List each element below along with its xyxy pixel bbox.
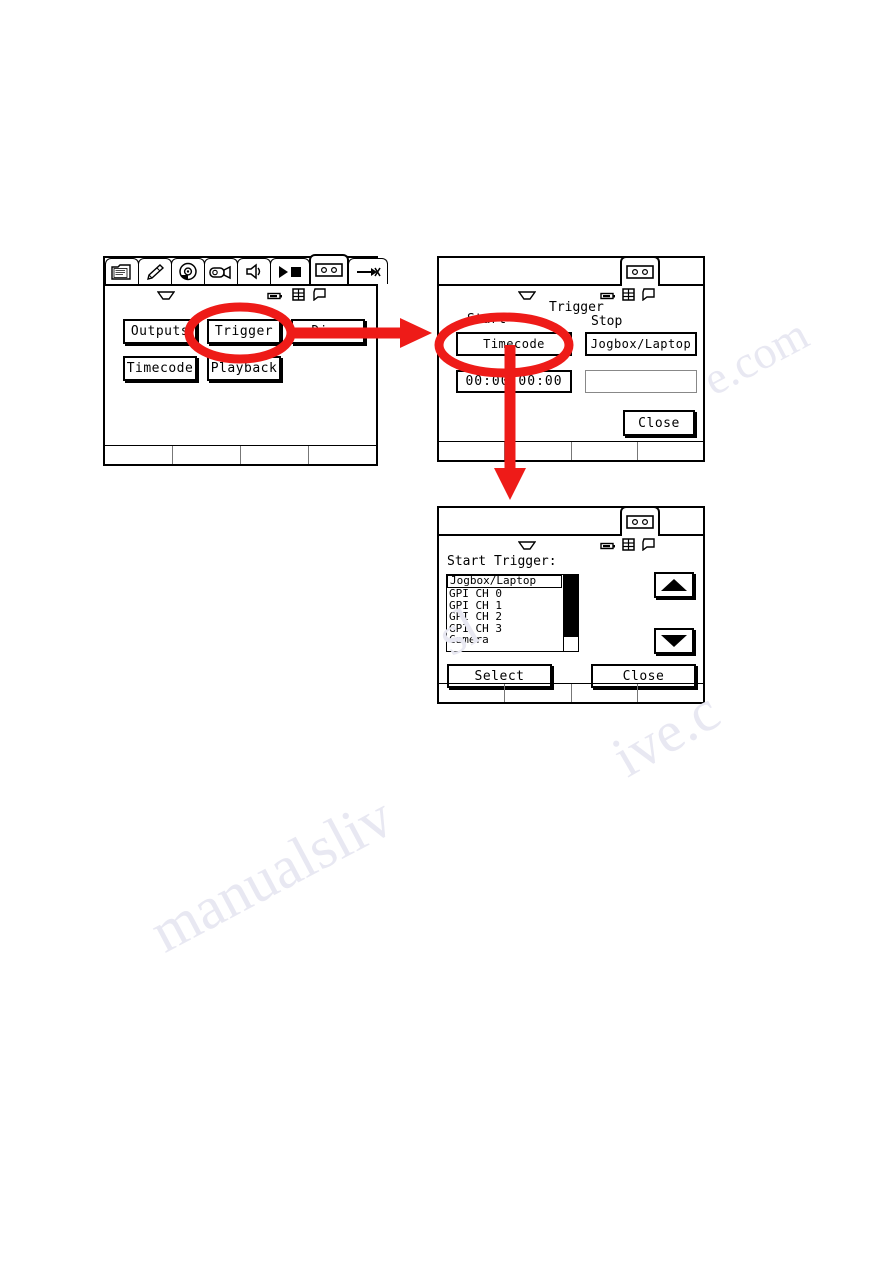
stop-label: Stop bbox=[591, 314, 623, 329]
scroll-down-arrow-icon bbox=[661, 635, 687, 647]
camera-icon bbox=[209, 265, 231, 279]
arrow-1-head bbox=[400, 318, 432, 348]
list-item[interactable]: GPI CH 0 bbox=[447, 588, 562, 600]
tab-cassette[interactable] bbox=[620, 256, 660, 286]
disc-icon bbox=[179, 262, 197, 281]
panel1-tabstrip bbox=[105, 254, 388, 286]
scroll-up-button[interactable] bbox=[654, 572, 694, 598]
trigger-title: Trigger bbox=[549, 300, 604, 315]
softkey-1[interactable] bbox=[105, 446, 173, 464]
softkey-2[interactable] bbox=[505, 442, 572, 460]
playback-button[interactable]: Playback bbox=[207, 356, 281, 381]
indicator-grid bbox=[622, 286, 635, 305]
stop-timecode-field[interactable] bbox=[585, 370, 697, 393]
indicator-grid bbox=[292, 286, 305, 305]
start-label: Start bbox=[467, 312, 507, 327]
softkey-4[interactable] bbox=[638, 684, 703, 702]
softkey-2[interactable] bbox=[505, 684, 572, 702]
play-stop-icon bbox=[279, 265, 301, 278]
screwdriver-icon bbox=[147, 263, 165, 280]
indicator-page bbox=[642, 286, 656, 305]
scroll-up-arrow-icon bbox=[661, 579, 687, 591]
tab-tools[interactable] bbox=[138, 258, 172, 284]
main-menu-screen: Outputs Trigger Disc Timecode Playback bbox=[103, 254, 388, 466]
timecode-button[interactable]: Timecode bbox=[123, 356, 197, 381]
watermark-text-right: e.com bbox=[694, 307, 817, 406]
arrow-exit-icon bbox=[357, 267, 381, 276]
panel2-tabstrip bbox=[439, 256, 703, 286]
list-item[interactable]: Camera bbox=[447, 634, 562, 646]
cassette-icon bbox=[626, 515, 654, 529]
scroll-down-button[interactable] bbox=[654, 628, 694, 654]
tab-cassette[interactable] bbox=[309, 254, 349, 284]
disc-button[interactable]: Disc bbox=[291, 319, 365, 344]
trigger-button[interactable]: Trigger bbox=[207, 319, 281, 344]
softkey-2[interactable] bbox=[173, 446, 241, 464]
indicator-battery bbox=[600, 536, 616, 555]
start-trigger-source-button[interactable]: Timecode bbox=[456, 332, 572, 356]
document-icon bbox=[111, 263, 131, 280]
tab-disc[interactable] bbox=[171, 258, 205, 284]
indicator-trapezoid bbox=[517, 536, 537, 555]
start-timecode-field[interactable]: 00:00:00:00 bbox=[456, 370, 572, 393]
stop-trigger-source-button[interactable]: Jogbox/Laptop bbox=[585, 332, 697, 356]
indicator-page bbox=[313, 286, 327, 305]
tab-file[interactable] bbox=[105, 258, 139, 284]
outputs-button[interactable]: Outputs bbox=[123, 319, 197, 344]
softkey-4[interactable] bbox=[638, 442, 703, 460]
indicator-page bbox=[642, 536, 656, 555]
close-button[interactable]: Close bbox=[623, 410, 695, 436]
list-item[interactable]: GPI CH 2 bbox=[447, 611, 562, 623]
panel3-status-indicators bbox=[439, 536, 703, 552]
softkey-3[interactable] bbox=[241, 446, 309, 464]
panel2-softkeys bbox=[439, 441, 703, 460]
arrow-2-head bbox=[494, 468, 526, 500]
speaker-icon bbox=[246, 263, 261, 280]
indicator-battery bbox=[267, 286, 283, 305]
panel1-softkeys bbox=[105, 445, 376, 464]
indicator-trapezoid bbox=[517, 286, 537, 305]
tab-exit[interactable] bbox=[348, 258, 388, 284]
tab-camera[interactable] bbox=[204, 258, 238, 284]
cassette-icon bbox=[626, 265, 654, 279]
start-trigger-heading: Start Trigger: bbox=[447, 554, 557, 569]
start-trigger-picker-screen: Start Trigger: Jogbox/Laptop GPI CH 0 GP… bbox=[437, 506, 705, 704]
softkey-3[interactable] bbox=[572, 684, 638, 702]
list-scrollbar-thumb[interactable] bbox=[564, 575, 578, 638]
softkey-1[interactable] bbox=[439, 442, 506, 460]
tab-cassette[interactable] bbox=[620, 506, 660, 536]
tab-audio[interactable] bbox=[237, 258, 271, 284]
panel1-status-indicators bbox=[105, 286, 376, 302]
cassette-icon bbox=[315, 263, 343, 277]
trigger-screen: Trigger Start Stop Timecode Jogbox/Lapto… bbox=[437, 256, 705, 462]
softkey-3[interactable] bbox=[572, 442, 638, 460]
trigger-source-listbox[interactable]: Jogbox/Laptop GPI CH 0 GPI CH 1 GPI CH 2… bbox=[446, 574, 579, 652]
list-scrollbar-track[interactable] bbox=[563, 575, 578, 651]
watermark-text-left: manualsliv bbox=[139, 783, 404, 966]
softkey-4[interactable] bbox=[309, 446, 376, 464]
panel3-tabstrip bbox=[439, 506, 703, 536]
indicator-grid bbox=[622, 536, 635, 555]
panel3-softkeys bbox=[439, 683, 703, 702]
indicator-trapezoid bbox=[156, 286, 176, 305]
softkey-1[interactable] bbox=[439, 684, 506, 702]
tab-transport[interactable] bbox=[270, 258, 310, 284]
trigger-source-list: Jogbox/Laptop GPI CH 0 GPI CH 1 GPI CH 2… bbox=[447, 575, 562, 651]
